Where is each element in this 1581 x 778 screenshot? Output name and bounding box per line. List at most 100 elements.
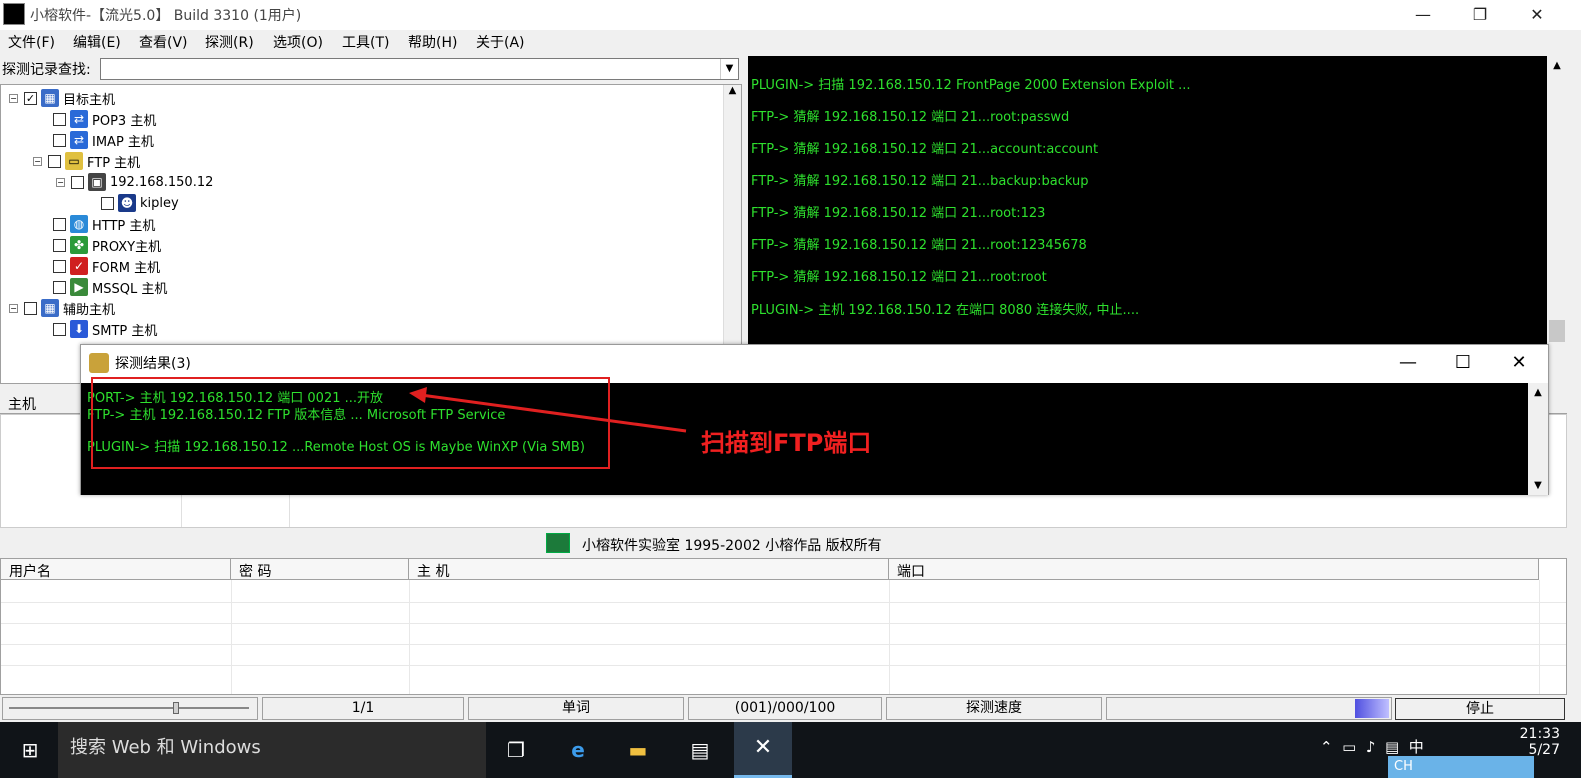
volume-icon[interactable]: ♪ bbox=[1366, 738, 1376, 756]
tree-label: 辅助主机 bbox=[63, 302, 116, 318]
ime-language[interactable]: CH bbox=[1394, 759, 1413, 774]
tree-item-smtp[interactable]: ⬇ SMTP 主机 bbox=[53, 319, 157, 339]
task-view-icon[interactable]: ❐ bbox=[498, 732, 534, 768]
checkbox[interactable] bbox=[53, 322, 66, 336]
tree-item-proxy[interactable]: ✤ PROXY主机 bbox=[53, 235, 161, 255]
network-tray-icon[interactable]: ▭ bbox=[1342, 738, 1356, 756]
checkbox[interactable] bbox=[24, 301, 37, 315]
speed-slider[interactable] bbox=[2, 697, 258, 720]
folder-icon: ▭ bbox=[65, 152, 83, 170]
scroll-up-icon[interactable]: ▲ bbox=[1528, 387, 1548, 398]
menu-probe[interactable]: 探测(R) bbox=[205, 32, 254, 52]
tree-item-ftp-host[interactable]: − ▣ 192.168.150.12 bbox=[56, 172, 213, 192]
search-combobox[interactable]: ▼ bbox=[100, 58, 739, 80]
dialog-maximize-button[interactable]: ☐ bbox=[1438, 348, 1488, 378]
network-icon: ▦ bbox=[41, 299, 59, 317]
dialog-minimize-button[interactable]: — bbox=[1383, 348, 1433, 378]
ime-toolbar[interactable]: CH bbox=[1388, 756, 1534, 778]
tree-item-aux-hosts[interactable]: − ▦ 辅助主机 bbox=[9, 298, 115, 318]
column-header-port[interactable]: 端口 bbox=[889, 559, 1539, 580]
console-line: PLUGIN-> 主机 192.168.150.12 在端口 8080 连接失败… bbox=[751, 303, 1140, 318]
tree-item-pop3[interactable]: ⇄ POP3 主机 bbox=[53, 109, 156, 129]
console-scrollbar[interactable]: ▲ bbox=[1547, 56, 1567, 356]
tree-item-target-hosts[interactable]: − ✓ ▦ 目标主机 bbox=[9, 88, 115, 108]
col-divider bbox=[409, 580, 410, 694]
chevron-up-icon[interactable]: ⌃ bbox=[1320, 738, 1333, 756]
tree-scrollbar[interactable]: ▲ bbox=[723, 85, 741, 383]
scroll-thumb[interactable] bbox=[1549, 320, 1565, 342]
checkbox-checked[interactable]: ✓ bbox=[24, 91, 37, 105]
checkbox[interactable] bbox=[53, 259, 66, 273]
collapse-icon[interactable]: − bbox=[56, 177, 65, 187]
checkbox[interactable] bbox=[101, 196, 114, 210]
checkbox[interactable] bbox=[53, 238, 66, 252]
menu-tools[interactable]: 工具(T) bbox=[342, 32, 389, 52]
tree-item-ftp[interactable]: − ▭ FTP 主机 bbox=[33, 151, 140, 171]
store-icon[interactable]: ▤ bbox=[682, 732, 718, 768]
tree-item-imap[interactable]: ⇄ IMAP 主机 bbox=[53, 130, 154, 150]
file-explorer-icon[interactable]: ▬ bbox=[620, 732, 656, 768]
column-header-username[interactable]: 用户名 bbox=[1, 559, 231, 580]
windows-start-icon[interactable]: ⊞ bbox=[12, 732, 48, 768]
menu-about[interactable]: 关于(A) bbox=[476, 32, 525, 52]
column-header-password[interactable]: 密 码 bbox=[231, 559, 409, 580]
row-divider bbox=[1, 602, 1566, 603]
host-column-header[interactable]: 主机 bbox=[8, 394, 36, 414]
tree-label: MSSQL 主机 bbox=[92, 281, 168, 297]
checkbox[interactable] bbox=[53, 112, 66, 126]
taskbar-search-box[interactable]: 搜索 Web 和 Windows bbox=[58, 722, 486, 778]
slider-track bbox=[9, 707, 249, 709]
stop-button[interactable]: 停止 bbox=[1395, 698, 1565, 720]
dialog-results-body: PORT-> 主机 192.168.150.12 端口 0021 ...开放 F… bbox=[81, 377, 1548, 495]
ime-mode-icon[interactable]: 中 bbox=[1409, 738, 1424, 756]
close-button[interactable]: ✕ bbox=[1514, 0, 1560, 30]
database-icon: ▶ bbox=[70, 278, 88, 296]
row-divider bbox=[1, 644, 1566, 645]
checkbox[interactable] bbox=[53, 217, 66, 231]
checkbox[interactable] bbox=[71, 175, 84, 189]
scroll-up-icon[interactable]: ▲ bbox=[1547, 60, 1567, 71]
tree-item-mssql[interactable]: ▶ MSSQL 主机 bbox=[53, 277, 167, 297]
mail-icon: ⇄ bbox=[70, 131, 88, 149]
search-row: 探测记录查找: ▼ bbox=[0, 56, 742, 82]
col-divider bbox=[231, 580, 232, 694]
tree-item-ftp-user[interactable]: ☻ kipley bbox=[101, 193, 179, 213]
tree-item-form[interactable]: ✓ FORM 主机 bbox=[53, 256, 160, 276]
clock-date: 5/27 bbox=[1528, 742, 1560, 758]
scroll-up-icon[interactable]: ▲ bbox=[724, 85, 741, 96]
edge-browser-icon[interactable]: e bbox=[560, 732, 596, 768]
minimize-button[interactable]: — bbox=[1400, 0, 1446, 30]
tree-item-http[interactable]: ◍ HTTP 主机 bbox=[53, 214, 155, 234]
maximize-button[interactable]: ❐ bbox=[1457, 0, 1503, 30]
menu-file[interactable]: 文件(F) bbox=[8, 32, 55, 52]
checkbox[interactable] bbox=[53, 133, 66, 147]
system-tray: ⌃ ▭ ♪ ▤ 中 bbox=[1320, 736, 1424, 757]
notification-icon[interactable]: ▤ bbox=[1385, 738, 1399, 756]
chevron-down-icon[interactable]: ▼ bbox=[720, 59, 738, 79]
mail-icon: ⇄ bbox=[70, 110, 88, 128]
row-divider bbox=[1, 623, 1566, 624]
row-divider bbox=[1, 665, 1566, 666]
status-mode: 单词 bbox=[468, 697, 684, 720]
tree-label: FTP 主机 bbox=[87, 155, 141, 171]
proxy-icon: ✤ bbox=[70, 236, 88, 254]
menu-view[interactable]: 查看(V) bbox=[139, 32, 188, 52]
collapse-icon[interactable]: − bbox=[9, 303, 18, 313]
menu-edit[interactable]: 编辑(E) bbox=[73, 32, 121, 52]
checkbox[interactable] bbox=[53, 280, 66, 294]
menu-options[interactable]: 选项(O) bbox=[273, 32, 323, 52]
copyright-banner: 小榕软件实验室 1995-2002 小榕作品 版权所有 bbox=[0, 532, 1567, 556]
scroll-down-icon[interactable]: ▼ bbox=[1528, 480, 1548, 491]
progress-fill bbox=[1355, 699, 1389, 718]
form-icon: ✓ bbox=[70, 257, 88, 275]
slider-thumb[interactable] bbox=[173, 702, 179, 714]
taskbar-app-liuguang[interactable]: ✕ bbox=[734, 722, 792, 778]
dialog-scrollbar[interactable]: ▲ ▼ bbox=[1528, 383, 1548, 495]
menu-help[interactable]: 帮助(H) bbox=[408, 32, 457, 52]
collapse-icon[interactable]: − bbox=[33, 156, 42, 166]
clock[interactable]: 21:33 5/27 bbox=[1490, 726, 1560, 758]
checkbox[interactable] bbox=[48, 154, 61, 168]
dialog-close-button[interactable]: ✕ bbox=[1494, 348, 1544, 378]
collapse-icon[interactable]: − bbox=[9, 93, 18, 103]
column-header-host[interactable]: 主 机 bbox=[409, 559, 889, 580]
